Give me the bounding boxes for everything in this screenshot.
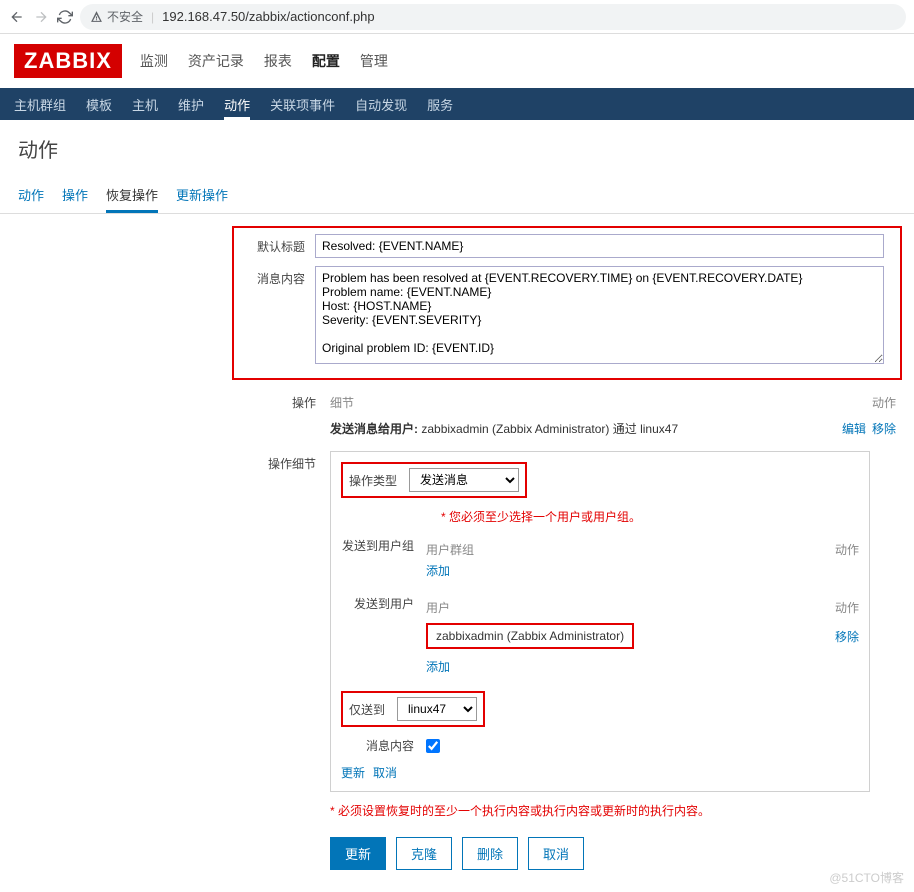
subnav-services[interactable]: 服务 [427, 89, 453, 120]
required-note: * 您必须至少选择一个用户或用户组。 [441, 508, 859, 525]
nav-monitoring[interactable]: 监测 [140, 51, 168, 71]
nav-config[interactable]: 配置 [312, 51, 340, 71]
subnav-templates[interactable]: 模板 [86, 89, 112, 120]
url-text: 192.168.47.50/zabbix/actionconf.php [162, 9, 375, 24]
watermark: @51CTO博客 [829, 869, 904, 886]
message-label: 消息内容 [240, 266, 315, 287]
ops-remove-link[interactable]: 移除 [872, 420, 896, 437]
clone-button[interactable]: 克隆 [396, 837, 452, 870]
insecure-icon: 不安全 [90, 8, 143, 25]
user-value: zabbixadmin (Zabbix Administrator) [426, 623, 634, 649]
back-icon[interactable] [8, 8, 26, 26]
col-action-2: 动作 [809, 599, 859, 616]
zabbix-logo[interactable]: ZABBIX [14, 44, 122, 78]
subnav-correlation[interactable]: 关联项事件 [270, 89, 335, 120]
insecure-label: 不安全 [107, 8, 143, 25]
url-divider: | [151, 10, 154, 24]
page-title: 动作 [0, 120, 914, 177]
cancel-button[interactable]: 取消 [528, 837, 584, 870]
tab-recovery[interactable]: 恢复操作 [106, 185, 158, 213]
only-label: 仅送到 [349, 701, 397, 718]
ops-head-detail: 细节 [330, 394, 354, 411]
subnav-maintenance[interactable]: 维护 [178, 89, 204, 120]
forward-icon[interactable] [32, 8, 50, 26]
nav-reports[interactable]: 报表 [264, 51, 292, 71]
msg-checkbox[interactable] [426, 739, 440, 753]
subnav-hosts[interactable]: 主机 [132, 89, 158, 120]
url-bar[interactable]: 不安全 | 192.168.47.50/zabbix/actionconf.ph… [80, 4, 906, 30]
ops-label: 操作 [18, 390, 330, 441]
subject-label: 默认标题 [240, 234, 315, 255]
subject-input[interactable] [315, 234, 884, 258]
tab-operations[interactable]: 操作 [62, 185, 88, 213]
ops-head-action: 动作 [872, 394, 896, 411]
senduser-label: 发送到用户 [341, 595, 426, 612]
reload-icon[interactable] [56, 8, 74, 26]
op-update-link[interactable]: 更新 [341, 764, 365, 781]
nav-admin[interactable]: 管理 [360, 51, 388, 71]
ops-row-text: 发送消息给用户: zabbixadmin (Zabbix Administrat… [330, 420, 678, 437]
sendgroup-label: 发送到用户组 [341, 537, 426, 554]
add-usergroup-link[interactable]: 添加 [426, 564, 450, 578]
opdetail-label: 操作细节 [18, 451, 330, 829]
subnav-actions[interactable]: 动作 [224, 89, 250, 120]
nav-inventory[interactable]: 资产记录 [188, 51, 244, 71]
remove-user-link[interactable]: 移除 [835, 630, 859, 644]
subnav-hostgroups[interactable]: 主机群组 [14, 89, 66, 120]
optype-select[interactable]: 发送消息 [409, 468, 519, 492]
col-user: 用户 [426, 599, 809, 616]
message-textarea[interactable]: Problem has been resolved at {EVENT.RECO… [315, 266, 884, 364]
only-select[interactable]: linux47 [397, 697, 477, 721]
update-button[interactable]: 更新 [330, 837, 386, 870]
optype-label: 操作类型 [349, 472, 409, 489]
op-cancel-link[interactable]: 取消 [373, 764, 397, 781]
col-action-1: 动作 [809, 541, 859, 558]
tab-update[interactable]: 更新操作 [176, 185, 228, 213]
col-usergroup: 用户群组 [426, 541, 809, 558]
required-outer: * 必须设置恢复时的至少一个执行内容或执行内容或更新时的执行内容。 [330, 802, 896, 819]
subnav-discovery[interactable]: 自动发现 [355, 89, 407, 120]
tab-action[interactable]: 动作 [18, 185, 44, 213]
add-user-link[interactable]: 添加 [426, 660, 450, 674]
delete-button[interactable]: 删除 [462, 837, 518, 870]
msg-content-label: 消息内容 [341, 737, 426, 754]
ops-edit-link[interactable]: 编辑 [842, 420, 866, 437]
